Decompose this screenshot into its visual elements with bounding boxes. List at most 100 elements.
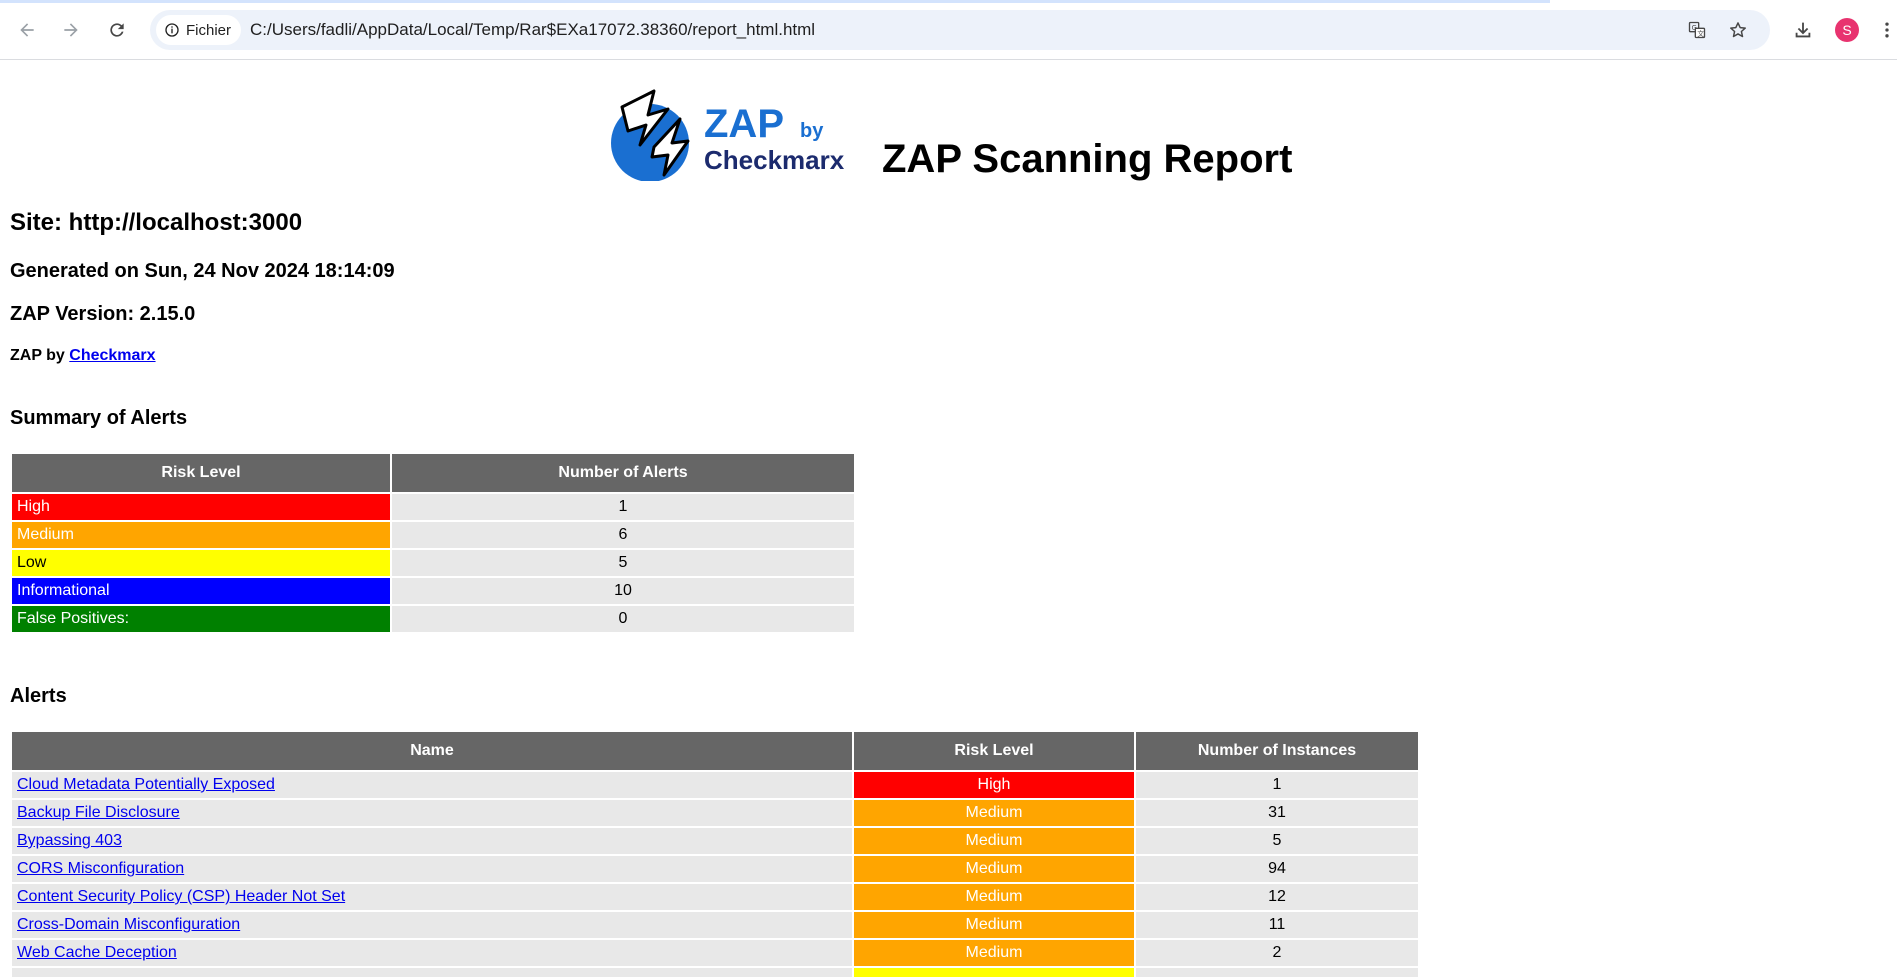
alert-count-cell: 6 — [392, 522, 854, 548]
risk-level-cell: Low — [12, 550, 390, 576]
table-row: Cloud Metadata Potentially Exposed High … — [12, 772, 1418, 798]
table-row: Cross-Domain Misconfiguration Medium 11 — [12, 912, 1418, 938]
alert-link[interactable]: Content Security Policy (CSP) Header Not… — [17, 888, 345, 905]
site-info-chip[interactable]: Fichier — [156, 15, 242, 45]
reload-button[interactable] — [101, 14, 133, 46]
summary-row-high: High 1 — [12, 494, 854, 520]
table-row: Content Security Policy (CSP) Header Not… — [12, 884, 1418, 910]
alert-name-cell: Cross-Domain Misconfiguration — [12, 912, 852, 938]
alert-link[interactable]: Cloud Metadata Potentially Exposed — [17, 776, 275, 793]
summary-row-false-positives: False Positives: 0 — [12, 606, 854, 632]
alert-count-cell: 5 — [392, 550, 854, 576]
alert-risk-cell: Medium — [854, 800, 1134, 826]
alerts-col-name: Name — [12, 732, 852, 770]
url-text[interactable]: C:/Users/fadli/AppData/Local/Temp/Rar$EX… — [250, 20, 815, 40]
forward-button[interactable] — [55, 14, 87, 46]
alert-name-cell — [12, 968, 852, 977]
alert-instances-cell: 94 — [1136, 856, 1418, 882]
alert-instances-cell: 5 — [1136, 828, 1418, 854]
chip-label: Fichier — [186, 21, 232, 39]
summary-row-low: Low 5 — [12, 550, 854, 576]
alert-count-cell: 0 — [392, 606, 854, 632]
alert-name-cell: Cloud Metadata Potentially Exposed — [12, 772, 852, 798]
summary-header-row: Risk Level Number of Alerts — [12, 454, 854, 492]
alert-count-cell: 1 — [392, 494, 854, 520]
risk-level-cell: False Positives: — [12, 606, 390, 632]
alert-link[interactable]: Bypassing 403 — [17, 832, 122, 849]
alert-name-cell: Content Security Policy (CSP) Header Not… — [12, 884, 852, 910]
generated-date: Generated on Sun, 24 Nov 2024 18:14:09 — [10, 260, 395, 282]
alerts-heading: Alerts — [10, 685, 67, 707]
download-icon — [1795, 22, 1811, 38]
alerts-header-row: Name Risk Level Number of Instances — [12, 732, 1418, 770]
summary-heading: Summary of Alerts — [10, 407, 188, 429]
loading-bar — [0, 0, 1550, 3]
alerts-table: Name Risk Level Number of Instances Clou… — [10, 730, 1420, 977]
logo-by-text: by — [800, 120, 824, 142]
alert-instances-cell: 1 — [1136, 772, 1418, 798]
alert-instances-cell: 12 — [1136, 884, 1418, 910]
checkmarx-link[interactable]: Checkmarx — [69, 347, 155, 364]
zap-checkmarx-logo: ZAP by Checkmarx — [611, 89, 845, 181]
translate-icon: G文 — [1688, 21, 1706, 39]
summary-table: Risk Level Number of Alerts High 1 Mediu… — [10, 452, 856, 634]
table-row: CORS Misconfiguration Medium 94 — [12, 856, 1418, 882]
back-icon — [20, 23, 34, 37]
alert-count-cell: 10 — [392, 578, 854, 604]
alert-risk-cell: Medium — [854, 912, 1134, 938]
alert-name-cell: Backup File Disclosure — [12, 800, 852, 826]
table-row: Bypassing 403 Medium 5 — [12, 828, 1418, 854]
report-page: ZAP by Checkmarx ZAP Scanning Report Sit… — [0, 61, 1897, 977]
info-icon — [165, 23, 179, 37]
summary-row-medium: Medium 6 — [12, 522, 854, 548]
alert-instances-cell: 11 — [1136, 912, 1418, 938]
alert-risk-cell: Medium — [854, 856, 1134, 882]
alert-name-cell: CORS Misconfiguration — [12, 856, 852, 882]
downloads-button[interactable] — [1787, 14, 1819, 46]
summary-col-number-of-alerts: Number of Alerts — [392, 454, 854, 492]
alert-link[interactable]: Web Cache Deception — [17, 944, 177, 961]
risk-level-cell: Medium — [12, 522, 390, 548]
bookmark-button[interactable] — [1724, 16, 1752, 44]
alert-name-cell: Web Cache Deception — [12, 940, 852, 966]
alerts-col-risk-level: Risk Level — [854, 732, 1134, 770]
alert-link[interactable]: CORS Misconfiguration — [17, 860, 184, 877]
alert-link[interactable]: Cross-Domain Misconfiguration — [17, 916, 240, 933]
reload-icon — [110, 23, 124, 37]
alert-risk-cell — [854, 968, 1134, 977]
alert-risk-cell: Medium — [854, 940, 1134, 966]
alert-instances-cell: 2 — [1136, 940, 1418, 966]
alerts-col-instances: Number of Instances — [1136, 732, 1418, 770]
alert-instances-cell: 31 — [1136, 800, 1418, 826]
page-title: ZAP Scanning Report — [882, 137, 1293, 181]
zap-by-line: ZAP by Checkmarx — [10, 347, 156, 365]
star-icon — [1730, 22, 1746, 38]
summary-col-risk-level: Risk Level — [12, 454, 390, 492]
back-button[interactable] — [11, 14, 43, 46]
site-heading: Site: http://localhost:3000 — [10, 209, 303, 236]
alert-name-cell: Bypassing 403 — [12, 828, 852, 854]
risk-level-cell: Informational — [12, 578, 390, 604]
zap-version: ZAP Version: 2.15.0 — [10, 303, 196, 325]
risk-level-cell: High — [12, 494, 390, 520]
alert-risk-cell: Medium — [854, 828, 1134, 854]
table-row: Backup File Disclosure Medium 31 — [12, 800, 1418, 826]
logo-checkmarx-text: Checkmarx — [704, 145, 845, 175]
summary-row-informational: Informational 10 — [12, 578, 854, 604]
more-icon — [1885, 22, 1889, 38]
browser-menu-button[interactable] — [1877, 14, 1897, 46]
alert-risk-cell: Medium — [854, 884, 1134, 910]
zap-by-prefix: ZAP by — [10, 347, 70, 364]
forward-icon — [64, 23, 78, 37]
table-row-partial — [12, 968, 1418, 977]
browser-toolbar: Fichier C:/Users/fadli/AppData/Local/Tem… — [0, 0, 1897, 60]
table-row: Web Cache Deception Medium 2 — [12, 940, 1418, 966]
alert-instances-cell — [1136, 968, 1418, 977]
profile-avatar[interactable]: S — [1835, 18, 1859, 42]
svg-text:文: 文 — [1697, 29, 1704, 38]
alert-risk-cell: High — [854, 772, 1134, 798]
logo-zap-text: ZAP — [704, 102, 784, 146]
address-bar[interactable]: Fichier C:/Users/fadli/AppData/Local/Tem… — [150, 10, 1770, 50]
alert-link[interactable]: Backup File Disclosure — [17, 804, 180, 821]
translate-button[interactable]: G文 — [1683, 16, 1711, 44]
